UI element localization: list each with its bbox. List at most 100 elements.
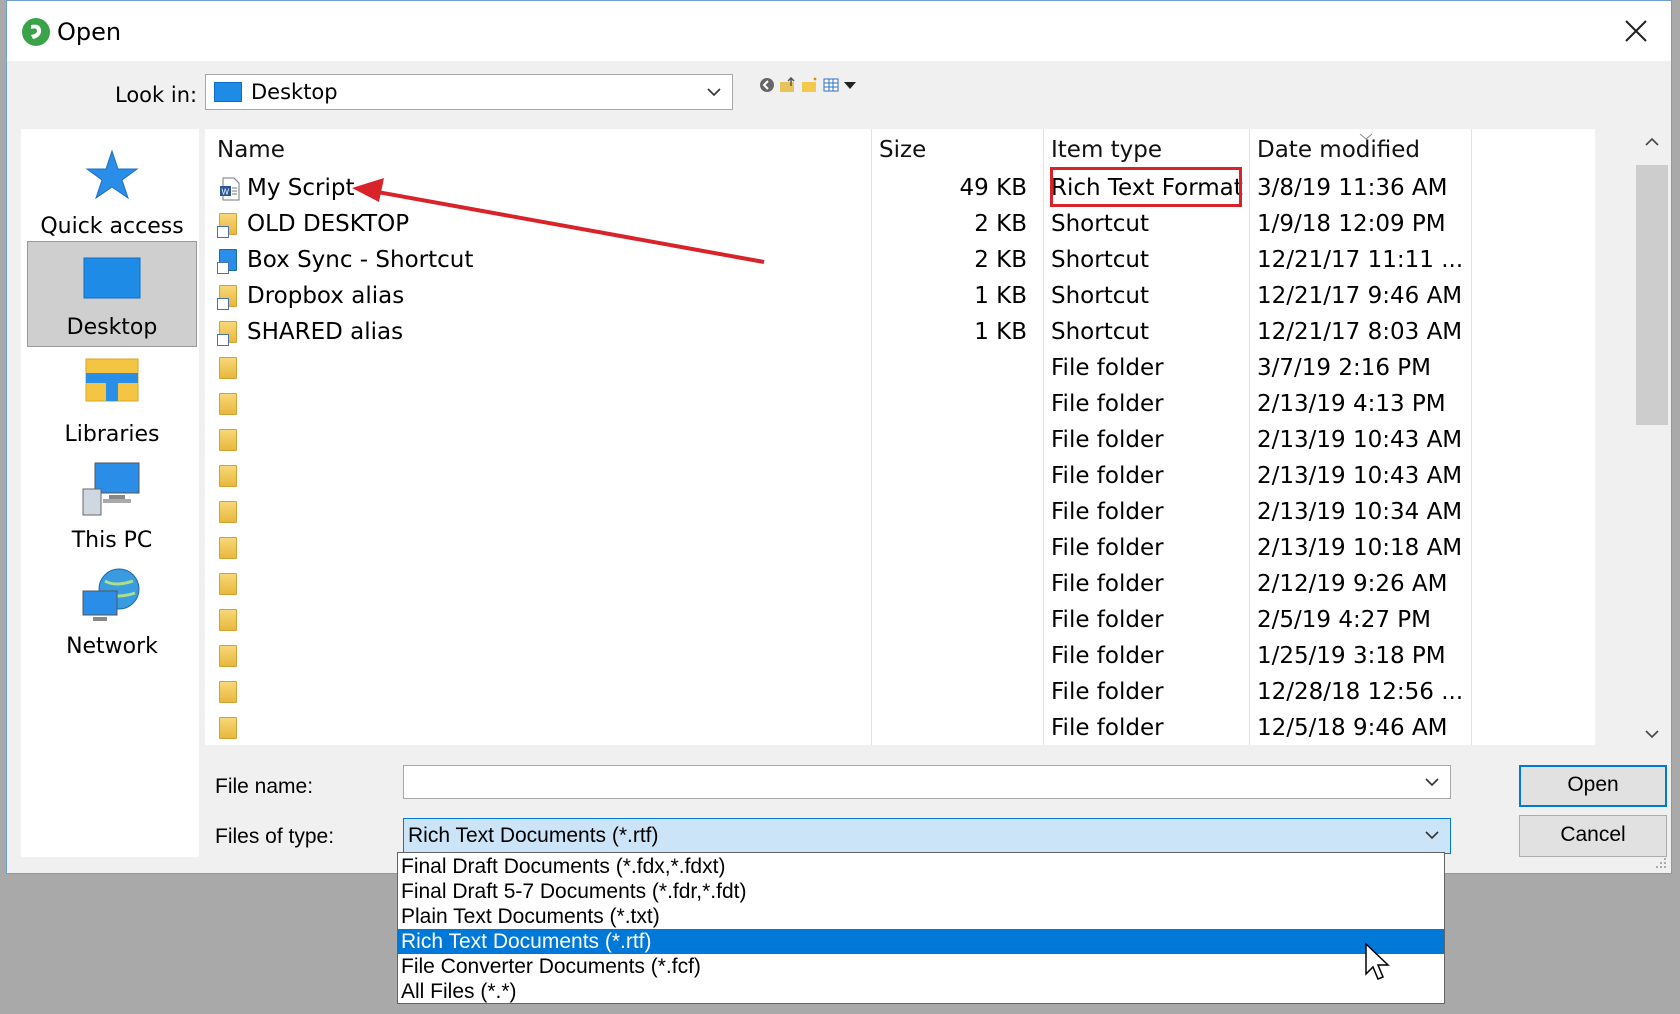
file-row[interactable]: File folder 12/28/18 12:56 ... xyxy=(205,675,1595,711)
file-row[interactable]: SHARED alias 1 KB Shortcut 12/21/17 8:03… xyxy=(205,315,1595,351)
navigation-toolbar xyxy=(759,75,857,99)
file-row[interactable]: File folder 2/13/19 10:43 AM xyxy=(205,423,1595,459)
file-date: 2/12/19 9:26 AM xyxy=(1257,571,1448,597)
folder-shortcut-icon xyxy=(219,321,241,345)
look-in-value: Desktop xyxy=(251,80,338,104)
folder-icon xyxy=(219,609,241,633)
file-type: File folder xyxy=(1051,607,1164,633)
file-row[interactable]: File folder 2/12/19 9:26 AM xyxy=(205,567,1595,603)
resize-grip-icon[interactable] xyxy=(1653,855,1667,869)
folder-icon xyxy=(219,537,241,561)
column-header-date[interactable]: Date modified xyxy=(1257,137,1420,163)
place-label: This PC xyxy=(27,528,197,553)
file-type: Shortcut xyxy=(1051,247,1149,273)
folder-icon xyxy=(219,465,241,489)
star-icon xyxy=(84,147,140,203)
place-libraries[interactable]: Libraries xyxy=(27,347,197,453)
rtf-document-icon: W xyxy=(219,177,241,201)
new-folder-icon[interactable] xyxy=(801,77,819,98)
file-row[interactable]: W My Script 49 KB Rich Text Format 3/8/1… xyxy=(205,171,1595,207)
column-header-name[interactable]: Name xyxy=(217,137,285,163)
file-row[interactable]: File folder 2/13/19 10:34 AM xyxy=(205,495,1595,531)
file-date: 12/21/17 8:03 AM xyxy=(1257,319,1462,345)
file-row[interactable]: File folder 2/5/19 4:27 PM xyxy=(205,603,1595,639)
place-desktop[interactable]: Desktop xyxy=(27,241,197,347)
column-header-size[interactable]: Size xyxy=(879,137,926,163)
file-type-option-selected[interactable]: Rich Text Documents (*.rtf) xyxy=(398,929,1444,954)
scroll-down-icon[interactable] xyxy=(1645,729,1659,739)
file-size: 1 KB xyxy=(974,283,1027,309)
box-shortcut-icon xyxy=(219,249,241,273)
file-row[interactable]: File folder 1/25/19 3:18 PM xyxy=(205,639,1595,675)
file-type: Shortcut xyxy=(1051,283,1149,309)
files-of-type-select[interactable]: Rich Text Documents (*.rtf) xyxy=(403,818,1451,854)
file-row[interactable]: File folder 12/5/18 9:46 AM xyxy=(205,711,1595,745)
place-this-pc[interactable]: This PC xyxy=(27,453,197,559)
file-type-option[interactable]: All Files (*.*) xyxy=(398,979,1444,1004)
file-type: File folder xyxy=(1051,643,1164,669)
folder-icon xyxy=(219,573,241,597)
back-icon[interactable] xyxy=(759,77,775,98)
file-row[interactable]: File folder 2/13/19 4:13 PM xyxy=(205,387,1595,423)
cancel-button[interactable]: Cancel xyxy=(1519,815,1667,857)
look-in-dropdown[interactable]: Desktop xyxy=(205,74,733,110)
vertical-scrollbar[interactable] xyxy=(1635,129,1671,745)
file-type-option[interactable]: Plain Text Documents (*.txt) xyxy=(398,904,1444,929)
view-menu-icon[interactable] xyxy=(823,77,857,98)
file-type: File folder xyxy=(1051,715,1164,741)
file-type: Shortcut xyxy=(1051,319,1149,345)
file-row[interactable]: File folder 2/13/19 10:18 AM xyxy=(205,531,1595,567)
computer-icon xyxy=(81,461,143,517)
annotation-highlight-box xyxy=(1050,167,1242,207)
file-date: 12/5/18 9:46 AM xyxy=(1257,715,1448,741)
file-name: SHARED alias xyxy=(247,319,403,345)
close-button[interactable] xyxy=(1601,1,1671,61)
files-of-type-dropdown-list: Final Draft Documents (*.fdx,*.fdxt) Fin… xyxy=(397,852,1445,1004)
files-of-type-value: Rich Text Documents (*.rtf) xyxy=(408,824,659,848)
mouse-cursor-icon xyxy=(1364,942,1392,982)
file-row[interactable]: OLD DESKTOP 2 KB Shortcut 1/9/18 12:09 P… xyxy=(205,207,1595,243)
scroll-up-icon[interactable] xyxy=(1645,137,1659,147)
file-name-label: File name: xyxy=(215,775,313,799)
file-row[interactable]: File folder 2/13/19 10:43 AM xyxy=(205,459,1595,495)
folder-icon xyxy=(219,717,241,741)
file-size: 49 KB xyxy=(960,175,1027,201)
up-folder-icon[interactable] xyxy=(779,77,797,98)
file-type-option[interactable]: File Converter Documents (*.fcf) xyxy=(398,954,1444,979)
svg-text:W: W xyxy=(222,188,230,197)
file-row[interactable]: Box Sync - Shortcut 2 KB Shortcut 12/21/… xyxy=(205,243,1595,279)
file-type-option[interactable]: Final Draft 5-7 Documents (*.fdr,*.fdt) xyxy=(398,879,1444,904)
file-size: 2 KB xyxy=(974,247,1027,273)
files-of-type-label: Files of type: xyxy=(215,825,334,849)
place-quick-access[interactable]: Quick access xyxy=(27,139,197,245)
place-label: Quick access xyxy=(27,214,197,239)
sort-chevron-icon xyxy=(1359,133,1373,141)
file-type-option[interactable]: Final Draft Documents (*.fdx,*.fdxt) xyxy=(398,854,1444,879)
look-in-label: Look in: xyxy=(115,83,197,107)
place-label: Network xyxy=(27,634,197,659)
file-row[interactable]: Dropbox alias 1 KB Shortcut 12/21/17 9:4… xyxy=(205,279,1595,315)
folder-icon xyxy=(219,357,241,381)
file-row[interactable]: File folder 3/7/19 2:16 PM xyxy=(205,351,1595,387)
file-date: 12/21/17 11:11 ... xyxy=(1257,247,1463,273)
libraries-icon xyxy=(82,355,142,405)
column-header-type[interactable]: Item type xyxy=(1051,137,1162,163)
file-name-combo[interactable] xyxy=(403,765,1451,799)
chevron-down-icon[interactable] xyxy=(1424,774,1440,790)
chevron-down-icon[interactable] xyxy=(1424,827,1440,843)
place-network[interactable]: Network xyxy=(27,559,197,665)
file-size: 1 KB xyxy=(974,319,1027,345)
network-icon xyxy=(81,567,143,625)
folder-icon xyxy=(219,645,241,669)
file-list[interactable]: Name Size Item type Date modified W My S… xyxy=(205,129,1595,745)
desktop-icon xyxy=(82,256,142,302)
folder-shortcut-icon xyxy=(219,285,241,309)
file-name-input[interactable] xyxy=(408,767,1392,799)
file-type: File folder xyxy=(1051,355,1164,381)
close-icon xyxy=(1625,20,1647,42)
file-type: File folder xyxy=(1051,427,1164,453)
open-button[interactable]: Open xyxy=(1519,765,1667,807)
file-date: 2/13/19 10:34 AM xyxy=(1257,499,1462,525)
file-date: 1/25/19 3:18 PM xyxy=(1257,643,1446,669)
scrollbar-thumb[interactable] xyxy=(1636,165,1668,425)
